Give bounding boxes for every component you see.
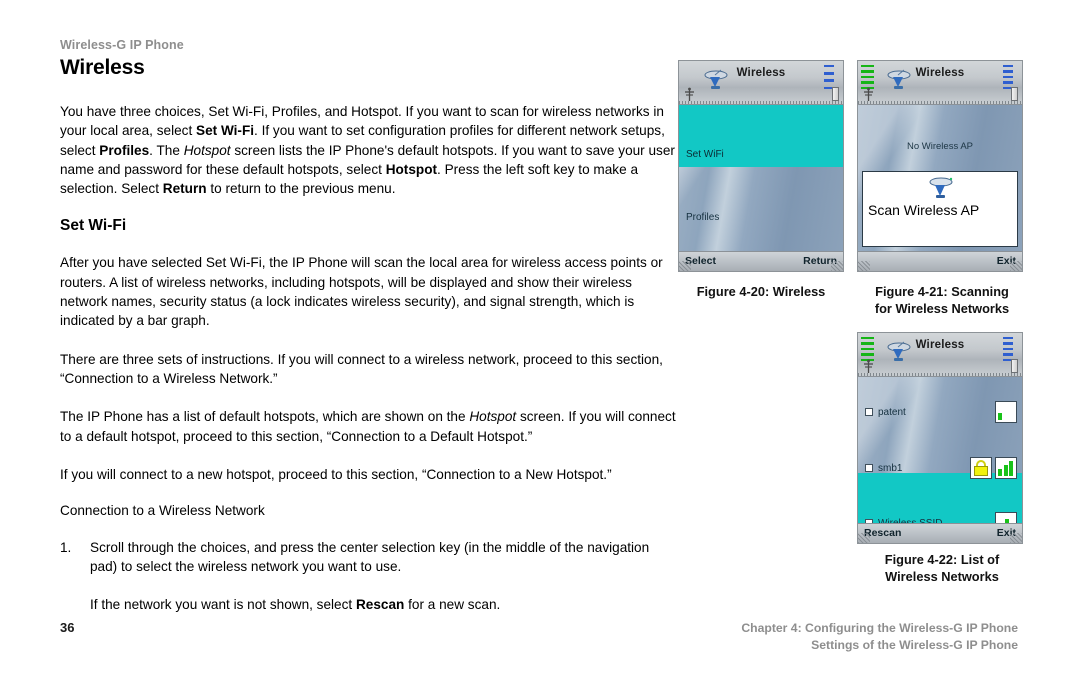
fig22-ssid-0: patent (878, 406, 906, 418)
fig22-ssid-1: smb1 (878, 462, 903, 474)
ordered-steps: 1. Scroll through the choices, and press… (60, 538, 680, 614)
fig21-softkey-bar: Exit (858, 251, 1022, 271)
fig21-signal-bars-left (861, 65, 874, 89)
fig20-title-bar: Wireless (679, 61, 843, 105)
fig22-softkey-bar: Rescan Exit (858, 523, 1022, 543)
text-column: Wireless-G IP Phone Wireless You have th… (60, 38, 680, 614)
fig22-caption-line-2: Wireless Networks (885, 568, 999, 584)
subnote-text-a: If the network you want is not shown, se… (90, 596, 356, 612)
fig21-body: No Wireless AP Scan Wireless AP (858, 105, 1022, 251)
fig21-corner-left (858, 261, 870, 271)
figure-4-22-caption: Figure 4-22: List of Wireless Networks (852, 552, 1032, 585)
fig21-caption-line-2: for Wireless Networks (874, 300, 1010, 316)
footer-line-1: Chapter 4: Configuring the Wireless-G IP… (741, 621, 1018, 635)
footer-chapter-info: Chapter 4: Configuring the Wireless-G IP… (741, 620, 1018, 654)
fig22-checkbox-1[interactable] (865, 464, 873, 472)
fig22-title-bar: Wireless (858, 333, 1022, 377)
fig22-row-1-icons (970, 457, 1017, 479)
intro-italic-hotspot: Hotspot (183, 142, 231, 158)
page-title: Wireless (60, 56, 145, 79)
intro-text-k: to return to the previous menu. (206, 181, 396, 197)
intro-bold-profiles: Profiles (99, 142, 150, 158)
fig21-dialog-text: Scan Wireless AP (868, 202, 980, 218)
fig20-signal-bars-right (824, 65, 834, 89)
fig20-corner-right (831, 261, 843, 271)
fig21-title-divider (858, 101, 1022, 104)
signal-strength-icon (995, 401, 1017, 423)
intro-bold-setwifi: Set Wi-Fi (196, 123, 255, 139)
step-number: 1. (60, 540, 72, 556)
figure-4-21-phone-screen: Wireless No Wireless AP Scan Wireless AP… (857, 60, 1023, 272)
fig20-corner-left (679, 261, 691, 271)
section-title-set-wifi: Set Wi-Fi (60, 217, 127, 235)
running-head: Wireless-G IP Phone (60, 38, 184, 52)
page-number: 36 (60, 620, 75, 635)
fig22-network-list: patent smb1 Wireless SSID (858, 377, 1022, 523)
fig20-menu-label-1: Profiles (686, 211, 720, 223)
fig22-corner-right (1010, 533, 1022, 543)
fig20-menu-item-set-wifi[interactable]: Set WiFi (679, 145, 843, 163)
hotspot-italic: Hotspot (469, 409, 517, 425)
figure-4-22-phone-screen: Wireless patent smb1 Wireless SSID Resca… (857, 332, 1023, 544)
setwifi-paragraph: After you have selected Set Wi-Fi, the I… (60, 255, 663, 329)
fig20-menu-label-0: Set WiFi (686, 148, 724, 160)
list-item[interactable]: Wireless SSID (858, 510, 1022, 523)
hotspot-paragraph: The IP Phone has a list of default hotsp… (60, 407, 680, 446)
intro-bold-hotspot: Hotspot (385, 161, 438, 177)
hotspot-text-a: The IP Phone has a list of default hotsp… (60, 409, 470, 425)
list-item[interactable]: patent (858, 399, 1022, 425)
fig21-scan-dialog: Scan Wireless AP (862, 171, 1018, 247)
subnote-bold-rescan: Rescan (355, 596, 405, 612)
fig20-battery-icon (832, 87, 839, 101)
fig22-row-2-icons (995, 512, 1017, 523)
satellite-dish-icon (704, 69, 728, 89)
step-item-1: 1. Scroll through the choices, and press… (60, 538, 680, 577)
intro-text-e: . The (149, 142, 184, 158)
signal-strength-icon (995, 457, 1017, 479)
fig20-title-divider (679, 101, 843, 104)
subnote-text-c: for a new scan. (404, 596, 501, 612)
satellite-dish-icon (887, 341, 911, 361)
fig22-signal-bars-right (1003, 337, 1013, 361)
fig21-caption-line-1: Figure 4-21: Scanning (875, 284, 1009, 299)
signal-strength-icon (995, 512, 1017, 523)
fig20-menu-body: Set WiFi Profiles Hotspot (679, 105, 843, 251)
document-page: Wireless-G IP Phone Wireless You have th… (0, 0, 1080, 698)
connection-heading: Connection to a Wireless Network (60, 503, 265, 519)
lock-icon (970, 457, 992, 479)
list-item[interactable]: smb1 (858, 455, 1022, 481)
fig22-row-0-icons (995, 401, 1017, 423)
fig22-title-divider (858, 373, 1022, 376)
fig22-screen-title: Wireless (915, 339, 965, 351)
fig21-title-bar: Wireless (858, 61, 1022, 105)
fig21-screen-title: Wireless (915, 67, 965, 79)
fig21-corner-right (1010, 261, 1022, 271)
new-hotspot-paragraph: If you will connect to a new hotspot, pr… (60, 466, 612, 482)
three-sets-paragraph: There are three sets of instructions. If… (60, 351, 663, 386)
satellite-dish-icon (887, 69, 911, 89)
fig20-softkey-bar: Select Return (679, 251, 843, 271)
figure-4-20-caption: Figure 4-20: Wireless (696, 284, 826, 299)
fig22-checkbox-0[interactable] (865, 408, 873, 416)
fig21-status-text: No Wireless AP (907, 141, 973, 152)
intro-paragraph: You have three choices, Set Wi-Fi, Profi… (60, 102, 680, 198)
figure-4-20-phone-screen: Wireless Set WiFi Profiles Select Return (678, 60, 844, 272)
fig22-battery-icon (1011, 359, 1018, 373)
fig22-signal-bars-left (861, 337, 874, 361)
fig20-menu-item-profiles[interactable]: Profiles (679, 208, 843, 226)
fig22-corner-left (858, 533, 870, 543)
intro-bold-return: Return (162, 181, 207, 197)
step-text: Scroll through the choices, and press th… (90, 540, 650, 575)
footer-line-2: Settings of the Wireless-G IP Phone (811, 638, 1018, 652)
step-1-subnote: If the network you want is not shown, se… (90, 595, 680, 614)
satellite-dish-icon (929, 177, 953, 198)
figure-4-21-caption: Figure 4-21: Scanning for Wireless Netwo… (852, 284, 1032, 317)
fig22-caption-line-1: Figure 4-22: List of (884, 552, 1000, 567)
fig21-signal-bars-right (1003, 65, 1013, 89)
fig21-battery-icon (1011, 87, 1018, 101)
